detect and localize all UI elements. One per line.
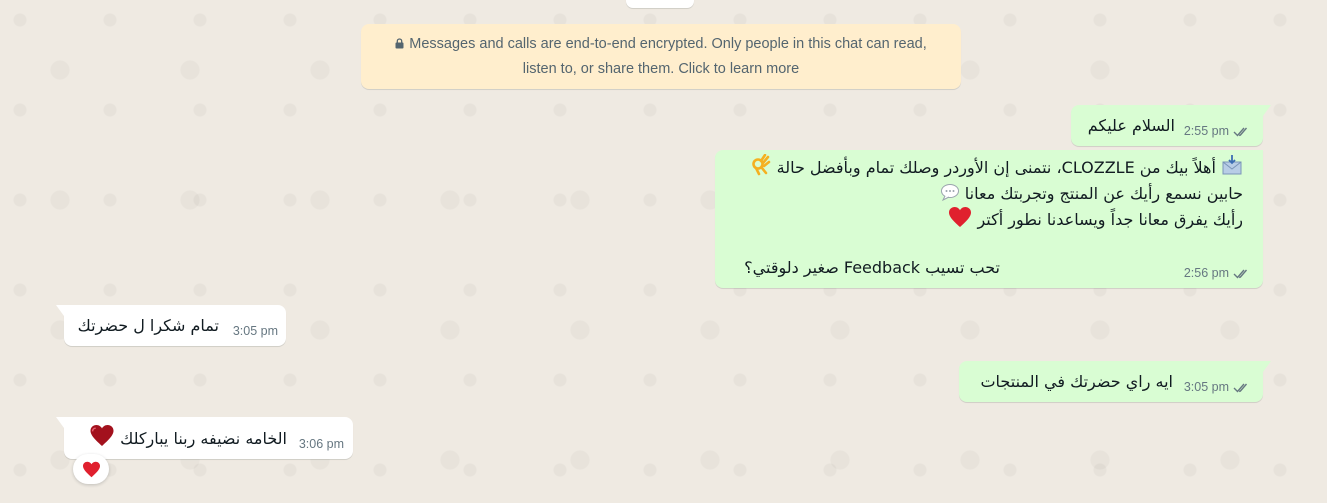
message-time: 3:05 pm <box>1183 380 1229 394</box>
message-line: تحب تسيب Feedback صغير دلوقتي؟ <box>744 255 1000 280</box>
message-meta: 3:06 pm <box>299 437 344 451</box>
double-check-icon <box>1233 383 1248 393</box>
message-text: ايه راي حضرتك في المنتجات <box>980 372 1173 391</box>
message-time: 2:56 pm <box>1183 266 1229 280</box>
message-line: حابين نسمع رأيك عن المنتج وتجربتك معانا <box>940 181 1243 206</box>
ok-hand-icon <box>751 154 770 176</box>
speech-balloon-icon <box>940 184 959 202</box>
encryption-notice[interactable]: Messages and calls are end-to-end encryp… <box>361 24 961 89</box>
red-heart-icon <box>949 207 972 227</box>
bubble-tail <box>56 417 64 428</box>
message-meta: 3:05 pm <box>1184 380 1251 394</box>
date-chip <box>626 0 694 8</box>
message-text: تمام شكرا ل حضرتك <box>77 316 219 335</box>
lock-icon <box>395 38 404 49</box>
message-outgoing[interactable]: ايه راي حضرتك في المنتجات 3:05 pm <box>959 361 1271 402</box>
message-line: رأيك يفرق معانا جداً ويساعدنا نطور أكتر <box>948 206 1243 232</box>
reaction-badge[interactable] <box>73 454 109 484</box>
bubble-tail <box>1263 361 1271 372</box>
message-incoming[interactable]: تمام شكرا ل حضرتك 3:05 pm <box>56 305 286 346</box>
encryption-notice-line1: Messages and calls are end-to-end encryp… <box>409 36 927 52</box>
message-meta: 2:55 pm <box>1184 124 1251 138</box>
message-meta: 3:05 pm <box>233 324 278 338</box>
message-line: أهلاً بيك من CLOZZLE، نتمنى إن الأوردر و… <box>750 154 1243 180</box>
message-meta: 2:56 pm <box>1184 266 1251 280</box>
message-text-content: الخامه نضيفه ربنا يباركلك <box>120 429 287 448</box>
message-time: 2:55 pm <box>1183 124 1229 138</box>
message-line-text: أهلاً بيك من CLOZZLE، نتمنى إن الأوردر و… <box>776 158 1216 177</box>
message-time: 3:06 pm <box>298 437 344 451</box>
message-text: الخامه نضيفه ربنا يباركلك <box>89 424 287 451</box>
message-outgoing[interactable]: السلام عليكم 2:55 pm <box>1071 105 1271 146</box>
message-text: السلام عليكم <box>1087 116 1175 135</box>
envelope-with-arrow-icon <box>1222 155 1242 175</box>
message-incoming[interactable]: الخامه نضيفه ربنا يباركلك 3:06 pm <box>56 417 353 459</box>
encryption-notice-line2: listen to, or share them. Click to learn… <box>522 61 800 77</box>
bubble-tail <box>1263 105 1271 116</box>
message-line-text: حابين نسمع رأيك عن المنتج وتجربتك معانا <box>964 184 1243 203</box>
red-heart-icon <box>90 425 114 446</box>
double-check-icon <box>1233 269 1248 279</box>
bubble-tail <box>56 305 64 316</box>
message-outgoing[interactable]: أهلاً بيك من CLOZZLE، نتمنى إن الأوردر و… <box>715 150 1263 288</box>
double-check-icon <box>1233 127 1248 137</box>
red-heart-icon <box>82 461 100 477</box>
message-line-text: رأيك يفرق معانا جداً ويساعدنا نطور أكتر <box>977 210 1243 229</box>
message-time: 3:05 pm <box>232 324 278 338</box>
message-line-text: تحب تسيب Feedback صغير دلوقتي؟ <box>744 258 1000 277</box>
